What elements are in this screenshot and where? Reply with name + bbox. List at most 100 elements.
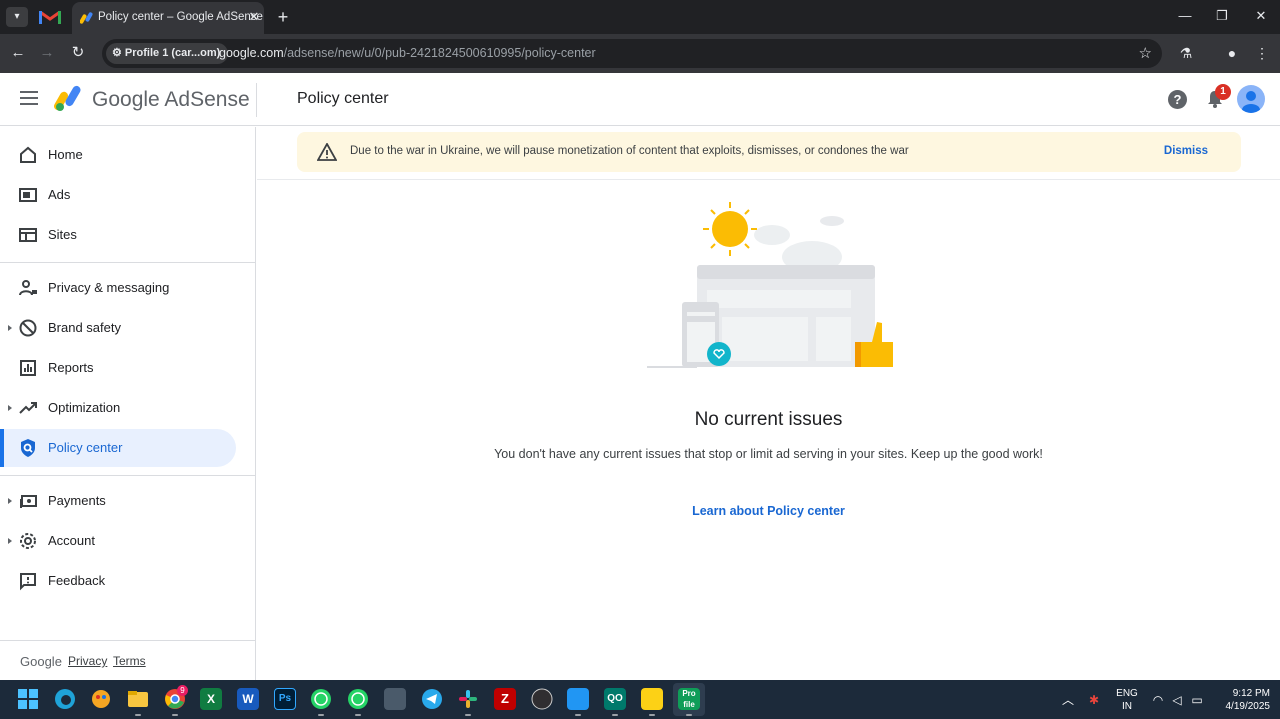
- filezilla-icon[interactable]: Z: [494, 688, 516, 710]
- terms-link[interactable]: Terms: [113, 654, 146, 668]
- sidebar-item-label: Ads: [48, 187, 71, 202]
- privacy-person-icon: [19, 280, 37, 296]
- sidebar-item-label: Feedback: [48, 573, 106, 588]
- expand-caret-icon[interactable]: [8, 498, 12, 504]
- slack-icon[interactable]: [457, 688, 479, 716]
- sidebar-item-label: Policy center: [48, 440, 123, 455]
- wifi-icon[interactable]: ◠: [1150, 692, 1166, 708]
- whatsapp-logo-icon: [311, 689, 331, 709]
- obs-logo-icon: [531, 688, 553, 710]
- main-menu-icon[interactable]: [20, 91, 38, 105]
- tab-close-icon[interactable]: ✕: [246, 9, 262, 25]
- minimize-icon[interactable]: —: [1173, 6, 1197, 26]
- bookmark-star-icon[interactable]: ☆: [1139, 44, 1152, 62]
- footer-google-text: Google: [20, 654, 62, 669]
- app-bar: Google AdSense Policy center ? 1: [0, 73, 1280, 126]
- banner-divider: [257, 179, 1280, 180]
- windows-start-icon[interactable]: [17, 688, 39, 710]
- reload-icon[interactable]: ↻: [67, 42, 89, 64]
- word-icon[interactable]: W: [237, 688, 259, 710]
- profile-app-icon[interactable]: Pro file: [678, 688, 700, 716]
- sidebar-nav: Home Ads Sites Privacy & messaging Brand…: [0, 127, 256, 680]
- chrome-badge: 9: [177, 685, 188, 696]
- labs-flask-icon[interactable]: ⚗: [1176, 43, 1196, 63]
- language-line2: IN: [1122, 701, 1132, 712]
- no-issues-illustration: [647, 202, 893, 368]
- sidebar-item-brand-safety[interactable]: Brand safety: [0, 309, 236, 347]
- sticky-notes-icon[interactable]: [641, 688, 663, 716]
- forward-icon[interactable]: →: [36, 42, 58, 64]
- volume-icon[interactable]: ◁: [1169, 692, 1185, 708]
- policy-shield-icon: [21, 439, 35, 457]
- calculator-icon[interactable]: [384, 688, 406, 710]
- sidebar-item-ads[interactable]: Ads: [0, 176, 236, 214]
- show-hidden-icons-icon[interactable]: ︿: [1060, 692, 1076, 708]
- account-avatar[interactable]: [1237, 85, 1265, 113]
- clock-date: 4/19/2025: [1225, 701, 1271, 712]
- feedback-icon: [20, 573, 36, 591]
- banner-message: Due to the war in Ukraine, we will pause…: [350, 145, 909, 157]
- help-icon[interactable]: ?: [1168, 90, 1187, 109]
- excel-icon[interactable]: X: [200, 688, 222, 710]
- gmail-tab-icon[interactable]: [38, 8, 62, 26]
- file-explorer-icon[interactable]: [127, 688, 149, 716]
- profile-icon[interactable]: ●: [1222, 43, 1242, 63]
- clock-time: 9:12 PM: [1232, 688, 1270, 699]
- profile-chip[interactable]: ⚙ Profile 1 (car...om): [106, 43, 229, 64]
- sidebar-item-account[interactable]: Account: [0, 522, 236, 560]
- photoshop-icon[interactable]: Ps: [274, 688, 296, 710]
- new-tab-icon[interactable]: +: [274, 8, 292, 26]
- address-bar[interactable]: ⚙ Profile 1 (car...om) google.com/adsens…: [102, 39, 1162, 68]
- window-close-icon[interactable]: ✕: [1249, 6, 1273, 26]
- sidebar-item-policy-center[interactable]: Policy center: [0, 429, 236, 467]
- sites-icon: [19, 228, 37, 242]
- page-title: Policy center: [297, 90, 389, 107]
- edge-icon[interactable]: [54, 688, 76, 710]
- browser-menu-icon[interactable]: ⋮: [1252, 43, 1272, 63]
- battery-icon[interactable]: ▭: [1189, 692, 1205, 708]
- telegram-icon[interactable]: [421, 688, 443, 710]
- tab-adsense[interactable]: Policy center – Google AdSense ✕: [72, 2, 264, 34]
- expand-caret-icon[interactable]: [8, 538, 12, 544]
- sidebar-item-payments[interactable]: Payments: [0, 482, 236, 520]
- folder-icon: [128, 691, 148, 707]
- trending-up-icon: [19, 402, 37, 414]
- url-text[interactable]: google.com/adsense/new/u/0/pub-242182450…: [219, 46, 596, 60]
- sidebar-item-label: Brand safety: [48, 320, 121, 335]
- sidebar-item-feedback[interactable]: Feedback: [0, 562, 236, 600]
- sidebar-item-sites[interactable]: Sites: [0, 216, 236, 254]
- brand-name: Google AdSense: [92, 88, 250, 111]
- url-path: /adsense/new/u/0/pub-2421824500610995/po…: [283, 46, 596, 60]
- sidebar-item-reports[interactable]: Reports: [0, 349, 236, 387]
- sidebar-divider: [0, 475, 256, 476]
- back-icon[interactable]: ←: [7, 42, 29, 64]
- whatsapp-business-icon[interactable]: [347, 688, 369, 716]
- privacy-link[interactable]: Privacy: [68, 654, 107, 668]
- tab-search-button[interactable]: ▾: [6, 7, 28, 27]
- home-icon: [20, 146, 36, 163]
- sidebar-item-optimization[interactable]: Optimization: [0, 389, 236, 427]
- empty-state-title: No current issues: [694, 409, 843, 430]
- notepad-icon[interactable]: [567, 688, 589, 716]
- dismiss-button[interactable]: Dismiss: [1164, 145, 1208, 157]
- learn-link-text[interactable]: Learn about Policy center: [692, 504, 845, 518]
- sidebar-item-privacy-messaging[interactable]: Privacy & messaging: [0, 269, 236, 307]
- clock[interactable]: 9:12 PM 4/19/2025: [1212, 687, 1271, 713]
- profile-chip-label: Profile 1 (car...om): [124, 47, 221, 59]
- learn-policy-center-link: Learn about Policy center: [257, 504, 1280, 518]
- payments-icon: [20, 495, 37, 508]
- language-indicator[interactable]: ENG IN: [1113, 687, 1141, 713]
- whatsapp-logo-icon: [348, 689, 368, 709]
- paint-icon[interactable]: [90, 688, 112, 710]
- qo-app-icon[interactable]: QO: [604, 688, 626, 716]
- sidebar-item-label: Account: [48, 533, 95, 548]
- whatsapp-icon[interactable]: [310, 688, 332, 716]
- expand-caret-icon[interactable]: [8, 325, 12, 331]
- restore-icon[interactable]: ❐: [1210, 6, 1234, 26]
- tray-app-icon[interactable]: ✱: [1086, 692, 1102, 708]
- expand-caret-icon[interactable]: [8, 405, 12, 411]
- sidebar-item-label: Privacy & messaging: [48, 280, 170, 295]
- obs-icon[interactable]: [531, 688, 553, 710]
- sidebar-item-home[interactable]: Home: [0, 136, 236, 174]
- sidebar-item-label: Optimization: [48, 400, 121, 415]
